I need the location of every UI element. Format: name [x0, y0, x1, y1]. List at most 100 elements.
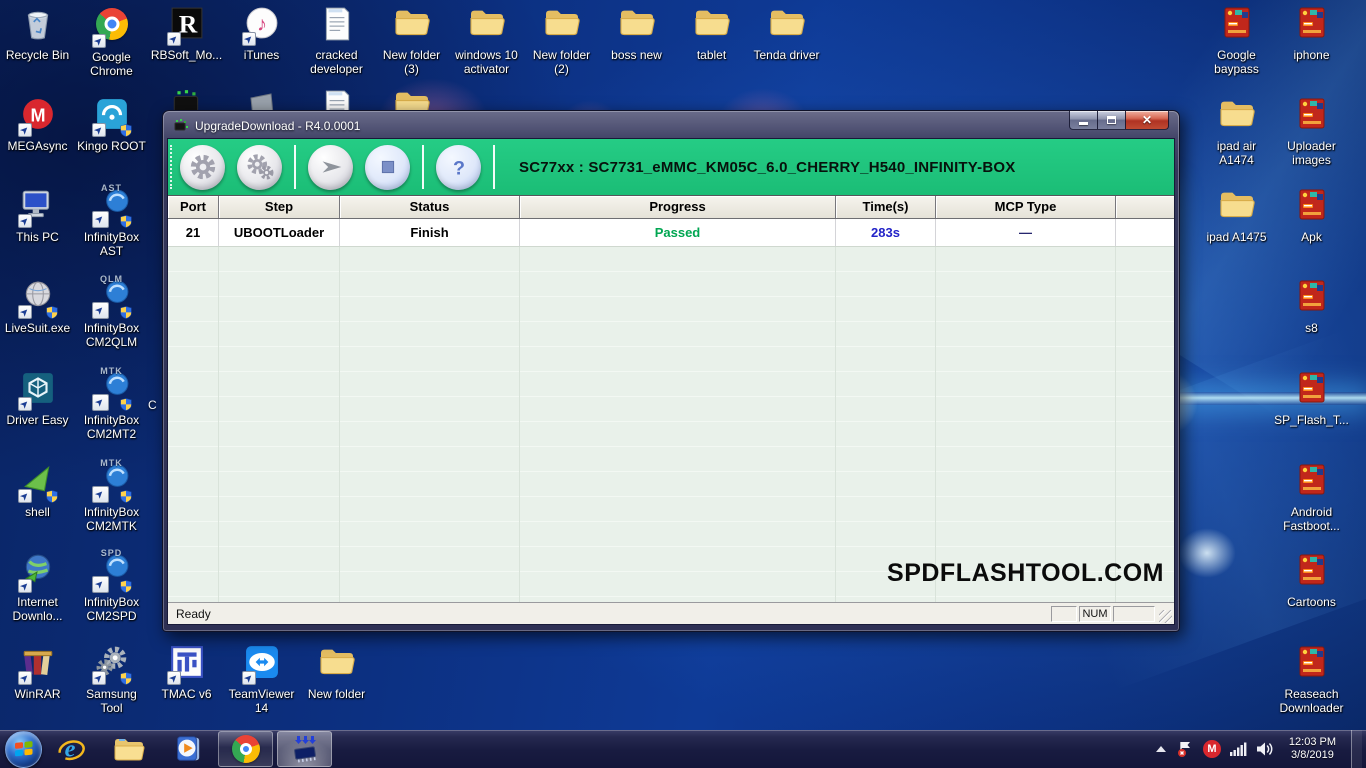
desktop-icon-tenda-driver[interactable]: Tenda driver: [749, 6, 824, 62]
desktop-icon-cracked-developer[interactable]: cracked developer: [299, 6, 374, 76]
desktop-icon-uploader-images[interactable]: Uploader images: [1274, 97, 1349, 167]
desktop-icon-windows-10-activator[interactable]: windows 10 activator: [449, 6, 524, 76]
redfile-icon: [1291, 463, 1333, 503]
taskbar-windows-explorer[interactable]: [100, 730, 158, 768]
window-titlebar[interactable]: UpgradeDownload - R4.0.0001 ✕: [167, 111, 1175, 138]
taskbar-internet-explorer[interactable]: e: [42, 730, 100, 768]
desktop-icon-rbsoft-mo[interactable]: R ➤ RBSoft_Mo...: [149, 6, 224, 62]
close-button[interactable]: ✕: [1125, 111, 1169, 130]
desktop-icon-new-folder-3[interactable]: New folder (3): [374, 6, 449, 76]
icon-tag-label: MTK: [100, 458, 123, 468]
desktop-icon-itunes[interactable]: ♪ ➤ iTunes: [224, 6, 299, 62]
toolbar-separator: [294, 145, 296, 189]
desktop-icon-recycle-bin[interactable]: Recycle Bin: [0, 6, 75, 62]
desktop-icon-google-baypass[interactable]: Google baypass: [1199, 6, 1274, 76]
desktop-icon-kingo-root[interactable]: ➤ Kingo ROOT: [74, 97, 149, 153]
tray-clock[interactable]: 12:03 PM 3/8/2019: [1283, 736, 1342, 762]
signal-bars-icon: [1229, 742, 1247, 756]
redfile-icon: [1291, 6, 1333, 46]
desktop-icon-label: New folder (3): [382, 48, 441, 76]
table-row[interactable]: 21 UBOOTLoader Finish Passed 283s —: [168, 219, 1174, 247]
desktop-icon-android-fastboot[interactable]: Android Fastboot...: [1274, 463, 1349, 533]
multi-port-settings-button[interactable]: [237, 144, 282, 190]
desktop-icon-google-chrome[interactable]: ➤ Google Chrome: [74, 6, 149, 78]
maximize-button[interactable]: [1098, 111, 1125, 130]
desktop-icon-reaseach-downloader[interactable]: Reaseach Downloader: [1274, 645, 1349, 715]
desktop-icon-label: Reaseach Downloader: [1279, 687, 1344, 715]
desktop-icon-infinitybox-cm2qlm[interactable]: QLM ➤ InfinityBox CM2QLM: [74, 274, 149, 349]
folder-icon: [1216, 97, 1258, 137]
shortcut-arrow-icon: ➤: [91, 123, 106, 137]
taskbar-upgrade-download-tool[interactable]: [277, 731, 332, 767]
toolbar: ? SC77xx : SC7731_eMMC_KM05C_6.0_CHERRY_…: [168, 139, 1174, 195]
desktop-icon-teamviewer-14[interactable]: ➤ TeamViewer 14: [224, 645, 299, 715]
column-header-port[interactable]: Port: [168, 196, 219, 218]
desktop-icon-tablet[interactable]: tablet: [674, 6, 749, 62]
column-header-empty[interactable]: [1116, 196, 1174, 218]
cell-empty: [1116, 219, 1174, 246]
desktop-icon-cartoons[interactable]: Cartoons: [1274, 553, 1349, 609]
desktop-icon-label: InfinityBox CM2QLM: [83, 321, 140, 349]
desktop-icon-shell[interactable]: ➤ shell: [0, 463, 75, 519]
icon-tag-label: MTK: [100, 366, 123, 376]
help-button[interactable]: ?: [436, 144, 481, 190]
status-bar: Ready NUM: [168, 602, 1174, 624]
desktop-icon-driver-easy[interactable]: ➤ Driver Easy: [0, 371, 75, 427]
desktop-icon-new-folder[interactable]: New folder: [299, 645, 374, 701]
desktop-icon-winrar[interactable]: ➤ WinRAR: [0, 645, 75, 701]
show-hidden-icons-button[interactable]: [1155, 744, 1167, 754]
column-header-status[interactable]: Status: [340, 196, 520, 218]
desktop-icon-infinitybox-cm2mt2[interactable]: MTK ➤ InfinityBox CM2MT2: [74, 366, 149, 441]
desktop-icon-boss-new[interactable]: boss new: [599, 6, 674, 62]
desktop-icon-samsung-tool[interactable]: ➤ Samsung Tool: [74, 645, 149, 715]
shortcut-arrow-icon: ➤: [17, 489, 32, 503]
taskbar-google-chrome[interactable]: [218, 731, 273, 767]
column-header-mcp-type[interactable]: MCP Type: [936, 196, 1116, 218]
show-desktop-button[interactable]: [1351, 730, 1362, 768]
action-center-flag[interactable]: [1176, 740, 1194, 758]
column-header-step[interactable]: Step: [219, 196, 340, 218]
column-header-time[interactable]: Time(s): [836, 196, 936, 218]
start-button[interactable]: [5, 730, 42, 768]
desktop-icon-infinitybox-cm2spd[interactable]: SPD ➤ InfinityBox CM2SPD: [74, 548, 149, 623]
desktop-icon-megasync[interactable]: M ➤ MEGAsync: [0, 97, 75, 153]
volume-icon[interactable]: [1256, 741, 1274, 757]
megasync-tray-icon[interactable]: M: [1202, 740, 1221, 758]
minimize-icon: [1079, 121, 1088, 125]
desktop-icon-sp-flash-t[interactable]: SP_Flash_T...: [1274, 371, 1349, 427]
desktop-icon-ipad-a1475[interactable]: ipad A1475: [1199, 188, 1274, 244]
column-header-progress[interactable]: Progress: [520, 196, 836, 218]
settings-button[interactable]: [180, 144, 225, 190]
desktop-icon-infinitybox-cm2mtk[interactable]: MTK ➤ InfinityBox CM2MTK: [74, 458, 149, 533]
desktop-icon-apk[interactable]: Apk: [1274, 188, 1349, 244]
desktop-icon-this-pc[interactable]: ➤ This PC: [0, 188, 75, 244]
resize-grip[interactable]: [1159, 610, 1172, 623]
desktop-icon-label: ipad air A1474: [1216, 139, 1257, 167]
livesuit-icon: ➤: [17, 279, 59, 319]
desktop-icon-label: This PC: [16, 230, 59, 244]
minimize-button[interactable]: [1069, 111, 1098, 130]
desktop-icon-label: Kingo ROOT: [77, 139, 146, 153]
desktop-icon-ipad-air-a1474[interactable]: ipad air A1474: [1199, 97, 1274, 167]
desktop-icon-tmac-v6[interactable]: ➤ TMAC v6: [149, 645, 224, 701]
network-signal-icon[interactable]: [1229, 742, 1247, 756]
stop-download-button[interactable]: [365, 144, 410, 190]
shortcut-arrow-icon: ➤: [17, 123, 32, 137]
desktop-icon-internet-downlo[interactable]: ➤ Internet Downlo...: [0, 553, 75, 623]
desktop-icon-livesuit-exe[interactable]: ➤ LiveSuit.exe: [0, 279, 75, 335]
folder-icon: [466, 6, 508, 46]
desktop-icon-infinitybox-ast[interactable]: AST ➤ InfinityBox AST: [74, 183, 149, 258]
desktop-icon-label: Samsung Tool: [86, 687, 137, 715]
speaker-icon: [1256, 742, 1273, 756]
taskbar-media-player[interactable]: [158, 730, 216, 768]
desktop-icon-s8[interactable]: s8: [1274, 279, 1349, 335]
desktop-icon-label: ipad A1475: [1206, 230, 1267, 244]
desktop-icon-iphone[interactable]: iphone: [1274, 6, 1349, 62]
desktop-icon-label: iTunes: [243, 48, 280, 62]
redfile-icon: [1291, 188, 1333, 228]
desktop-icon-new-folder-2[interactable]: New folder (2): [524, 6, 599, 76]
shortcut-arrow-icon: ➤: [91, 576, 109, 593]
shortcut-arrow-icon: ➤: [166, 671, 181, 685]
start-download-button[interactable]: [308, 144, 353, 190]
folder-icon: [1216, 188, 1258, 228]
